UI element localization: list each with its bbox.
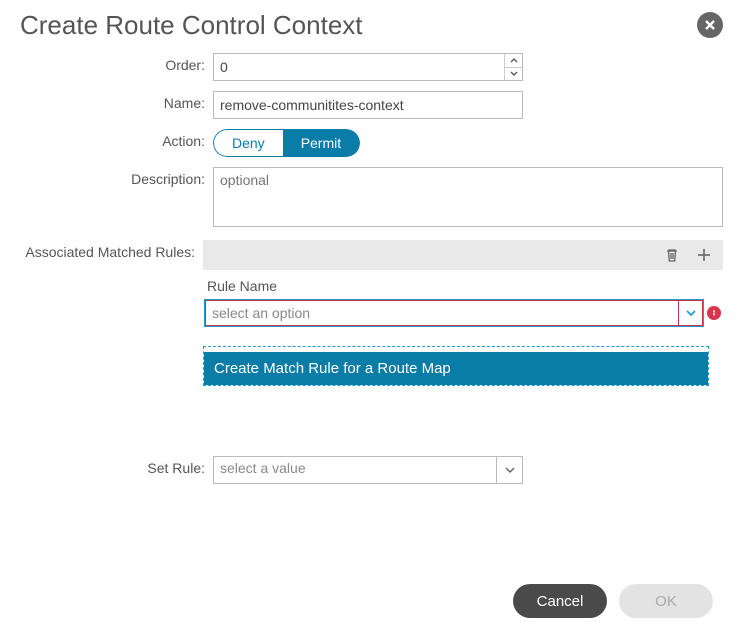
dialog: Create Route Control Context Order: Name… [0,0,741,638]
rule-error-indicator [707,306,721,320]
label-setrule: Set Rule: [18,456,213,476]
order-input[interactable] [214,54,504,80]
rules-column-header: Rule Name [203,270,723,300]
close-button[interactable] [697,12,723,38]
rules-delete-button[interactable] [663,246,681,264]
rule-name-select[interactable]: select an option [205,300,703,326]
row-setrule: Set Rule: select a value [18,456,723,484]
row-action: Action: Deny Permit [18,129,723,157]
plus-icon [696,247,712,263]
cancel-button[interactable]: Cancel [513,584,607,618]
rules-add-button[interactable] [695,246,713,264]
error-icon [710,309,718,317]
chevron-down-icon [510,71,518,76]
rules-toolbar [203,240,723,270]
chevron-down-icon [686,310,696,316]
label-action: Action: [18,129,213,149]
label-order: Order: [18,53,213,73]
row-rules: Associated Matched Rules: Rule Name sele… [18,240,723,386]
label-description: Description: [18,167,213,187]
order-spin-down[interactable] [505,68,522,81]
row-name: Name: [18,91,723,119]
rule-select-expand[interactable] [678,301,702,325]
description-textarea[interactable] [213,167,723,227]
action-deny[interactable]: Deny [213,129,283,157]
dropdown-create-match-rule[interactable]: Create Match Rule for a Route Map [204,352,708,385]
chevron-down-icon [505,467,515,473]
dialog-title: Create Route Control Context [20,10,723,41]
setrule-expand[interactable] [496,457,522,483]
label-rules: Associated Matched Rules: [18,240,203,262]
rule-dropdown-panel: Create Match Rule for a Route Map [203,346,709,386]
setrule-placeholder: select a value [214,457,496,483]
label-name: Name: [18,91,213,111]
name-input[interactable] [213,91,523,119]
row-description: Description: [18,167,723,230]
trash-icon [664,247,680,263]
close-icon [703,18,717,32]
rule-row: select an option [203,300,723,326]
order-spin-up[interactable] [505,54,522,68]
action-toggle: Deny Permit [213,129,360,157]
row-order: Order: [18,53,723,81]
dialog-footer: Cancel OK [18,584,723,618]
rules-table: Rule Name select an option Create Match … [203,270,723,386]
order-stepper[interactable] [213,53,523,81]
action-permit[interactable]: Permit [283,129,360,157]
setrule-select[interactable]: select a value [213,456,523,484]
rule-select-placeholder: select an option [206,305,678,321]
chevron-up-icon [510,58,518,63]
ok-button[interactable]: OK [619,584,713,618]
order-spinner-buttons [504,54,522,80]
